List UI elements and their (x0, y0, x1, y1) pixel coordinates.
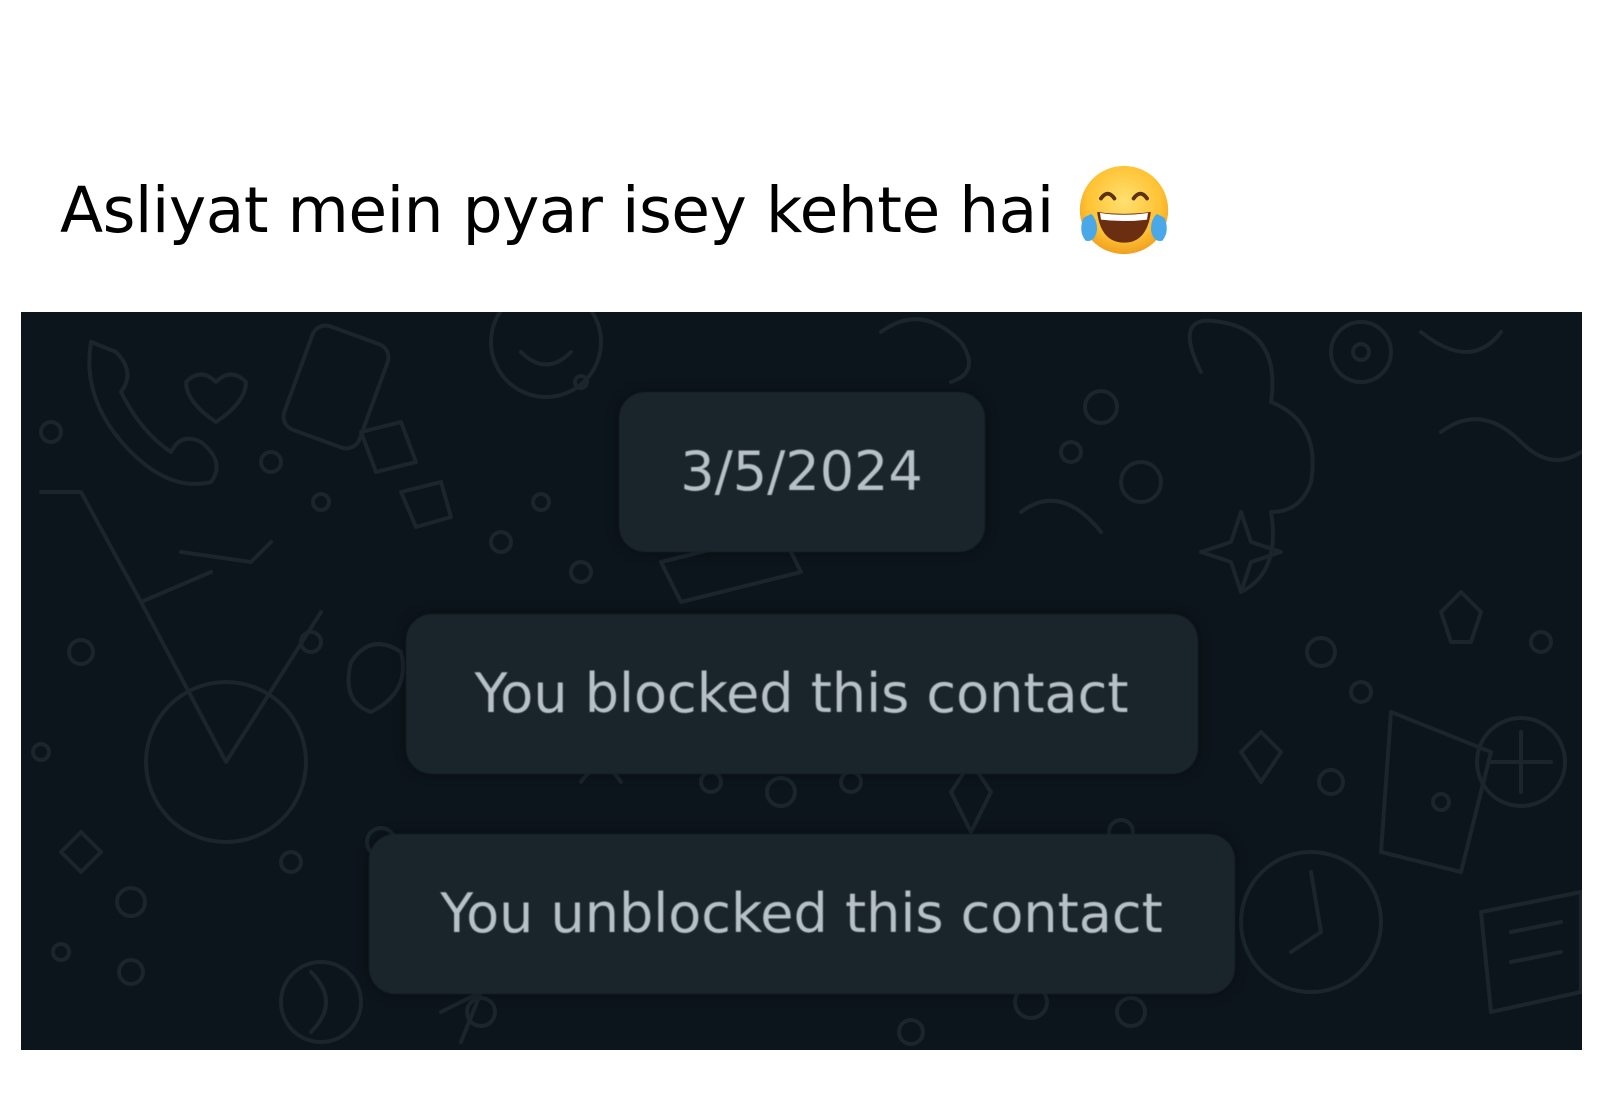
meme-caption: Asliyat mein pyar isey kehte hai (60, 160, 1172, 260)
system-message-blocked: You blocked this contact (405, 614, 1198, 774)
system-message-text: You blocked this contact (474, 662, 1129, 725)
caption-text: Asliyat mein pyar isey kehte hai (60, 173, 1054, 247)
date-divider: 3/5/2024 (618, 392, 985, 552)
system-message-unblocked: You unblocked this contact (368, 834, 1235, 994)
chat-window: 3/5/2024 You blocked this contact You un… (21, 312, 1582, 1050)
system-message-text: You unblocked this contact (440, 882, 1163, 945)
date-divider-text: 3/5/2024 (680, 440, 923, 503)
face-with-tears-of-joy-icon (1076, 162, 1172, 258)
